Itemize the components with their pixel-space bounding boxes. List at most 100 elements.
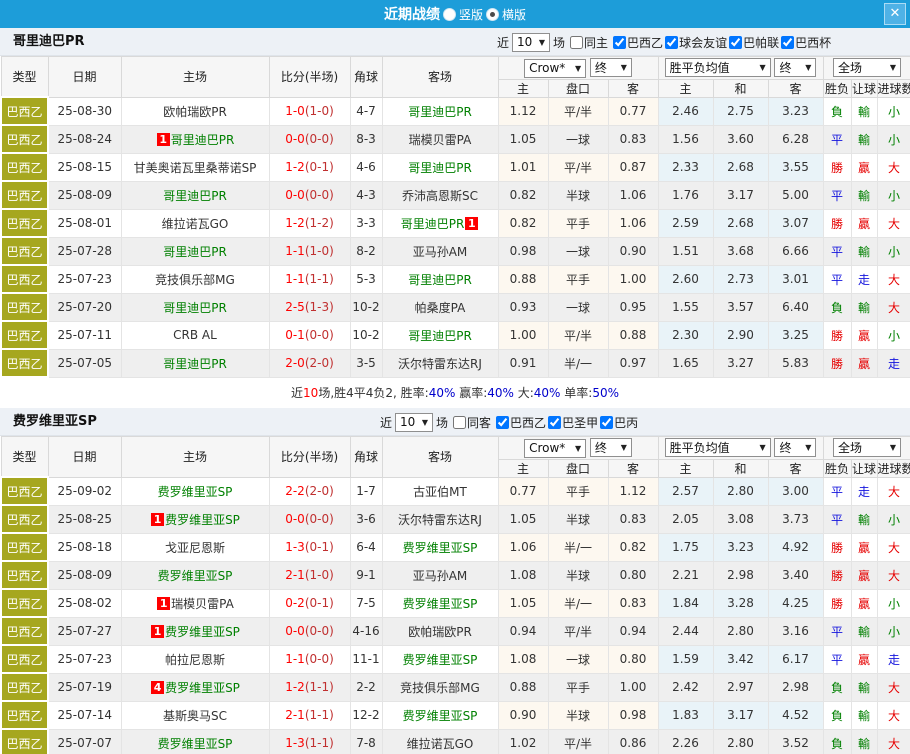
result-handicap-cell: 贏	[851, 349, 877, 377]
radio-horizontal-icon[interactable]	[486, 8, 499, 21]
match-row: 巴西乙25-07-23帕拉尼恩斯1-1(0-0)11-1费罗维里亚SP1.08一…	[1, 645, 910, 673]
odds-time-dropdown[interactable]: 终 ▼	[590, 58, 632, 77]
col-score: 比分(半场)	[269, 437, 350, 478]
layout-option-horizontal[interactable]: 横版	[486, 6, 526, 23]
layout-option-vertical[interactable]: 竖版	[443, 6, 483, 23]
avg-dropdown[interactable]: 胜平负均值 ▼	[665, 58, 771, 77]
corner-cell: 7-8	[350, 729, 382, 754]
league-filter[interactable]: 巴西乙	[611, 34, 663, 51]
away-team-name: 费罗维里亚SP	[403, 709, 478, 723]
full-score: 0-0	[285, 188, 305, 202]
avg-draw-cell: 2.68	[713, 153, 768, 181]
same-venue-checkbox[interactable]	[453, 416, 466, 429]
away-team-cell: 维拉诺瓦GO	[382, 729, 498, 754]
full-score: 1-0	[285, 104, 305, 118]
league-filter[interactable]: 球会友谊	[663, 34, 727, 51]
avg-time-dropdown[interactable]: 终 ▼	[774, 438, 816, 457]
avg-time-dropdown-value: 终	[779, 439, 791, 456]
league-checkbox[interactable]	[548, 416, 561, 429]
full-score: 1-3	[285, 540, 305, 554]
team-title: 费罗维里亚SP	[13, 408, 97, 436]
scope-group-header: 全场 ▼	[823, 57, 910, 80]
league-checkbox[interactable]	[729, 36, 742, 49]
same-venue-filter[interactable]: 同客	[451, 414, 491, 431]
avg-draw-cell: 2.73	[713, 265, 768, 293]
odds-home-cell: 1.00	[498, 321, 548, 349]
corner-cell: 12-2	[350, 701, 382, 729]
result-handicap-cell: 贏	[851, 321, 877, 349]
avg-dropdown[interactable]: 胜平负均值 ▼	[665, 438, 771, 457]
league-filter[interactable]: 巴帕联	[727, 34, 779, 51]
bookmaker-dropdown[interactable]: Crow* ▼	[524, 59, 586, 78]
league-checkbox[interactable]	[781, 36, 794, 49]
away-team-cell: 费罗维里亚SP	[382, 645, 498, 673]
odds-away-cell: 0.77	[608, 97, 658, 125]
avg-home-cell: 2.59	[658, 209, 713, 237]
away-team-name: 维拉诺瓦GO	[407, 737, 474, 751]
result-goals-cell: 大	[877, 209, 910, 237]
league-filter[interactable]: 巴圣甲	[546, 414, 598, 431]
avg-dropdown-value: 胜平负均值	[670, 59, 730, 76]
avg-time-dropdown[interactable]: 终 ▼	[774, 58, 816, 77]
avg-home-cell: 1.51	[658, 237, 713, 265]
titlebar-content: 近期战绩 竖版 横版	[384, 4, 526, 24]
home-team-name: 戈亚尼恩斯	[165, 541, 225, 555]
type-cell: 巴西乙	[1, 477, 48, 505]
league-checkbox[interactable]	[600, 416, 613, 429]
date-cell: 25-07-20	[48, 293, 121, 321]
away-team-cell: 沃尔特雷东达RJ	[382, 505, 498, 533]
close-button[interactable]: ✕	[884, 3, 906, 25]
same-venue-checkbox[interactable]	[570, 36, 583, 49]
scope-dropdown[interactable]: 全场 ▼	[833, 58, 901, 77]
odds-away-cell: 0.97	[608, 349, 658, 377]
odds-handicap-cell: 平/半	[548, 97, 608, 125]
chevron-down-icon: ▼	[805, 443, 811, 452]
league-checkbox[interactable]	[613, 36, 626, 49]
away-team-name: 哥里迪巴PR	[408, 105, 472, 119]
games-count-dropdown[interactable]: 10 ▼	[512, 33, 550, 52]
result-handicap-cell: 贏	[851, 153, 877, 181]
date-cell: 25-07-27	[48, 617, 121, 645]
result-wdl-cell: 勝	[823, 349, 851, 377]
away-team-name: 哥里迪巴PR	[401, 217, 465, 231]
avg-home-cell: 2.05	[658, 505, 713, 533]
avg-draw-cell: 3.08	[713, 505, 768, 533]
radio-vertical-icon[interactable]	[443, 8, 456, 21]
avg-home-cell: 2.30	[658, 321, 713, 349]
league-filter[interactable]: 巴丙	[598, 414, 638, 431]
score-cell: 1-2(1-2)	[269, 209, 350, 237]
league-filter[interactable]: 巴西杯	[779, 34, 831, 51]
league-filter[interactable]: 巴西乙	[494, 414, 546, 431]
score-cell: 0-1(0-0)	[269, 321, 350, 349]
same-venue-filter[interactable]: 同主	[568, 34, 608, 51]
odds-time-dropdown[interactable]: 终 ▼	[590, 438, 632, 457]
odds-away-cell: 1.12	[608, 477, 658, 505]
home-team-cell: 费罗维里亚SP	[121, 477, 269, 505]
filter-bar: 近 10 ▼ 场 同主 巴西乙球会友谊巴帕联巴西杯	[497, 28, 831, 56]
full-score: 0-0	[285, 512, 305, 526]
avg-home-cell: 2.44	[658, 617, 713, 645]
scope-dropdown[interactable]: 全场 ▼	[833, 438, 901, 457]
sub-col-odds-home: 主	[498, 459, 548, 477]
avg-home-cell: 1.84	[658, 589, 713, 617]
type-cell: 巴西乙	[1, 293, 48, 321]
away-team-cell: 费罗维里亚SP	[382, 533, 498, 561]
odds-group-header: Crow* ▼ 终 ▼	[498, 437, 658, 460]
games-count-dropdown[interactable]: 10 ▼	[395, 413, 433, 432]
avg-time-dropdown-value: 终	[779, 59, 791, 76]
home-team-cell: 1费罗维里亚SP	[121, 505, 269, 533]
result-handicap-cell: 贏	[851, 533, 877, 561]
league-checkbox[interactable]	[496, 416, 509, 429]
half-score: (2-0)	[305, 356, 334, 370]
result-wdl-cell: 負	[823, 673, 851, 701]
type-cell: 巴西乙	[1, 589, 48, 617]
summary-segment: 单率:	[560, 386, 592, 400]
bookmaker-dropdown[interactable]: Crow* ▼	[524, 439, 586, 458]
avg-home-cell: 1.75	[658, 533, 713, 561]
home-team-cell: 费罗维里亚SP	[121, 561, 269, 589]
result-handicap-cell: 輸	[851, 701, 877, 729]
league-checkbox[interactable]	[665, 36, 678, 49]
odds-away-cell: 0.80	[608, 561, 658, 589]
avg-away-cell: 3.23	[768, 97, 823, 125]
full-score: 2-0	[285, 356, 305, 370]
